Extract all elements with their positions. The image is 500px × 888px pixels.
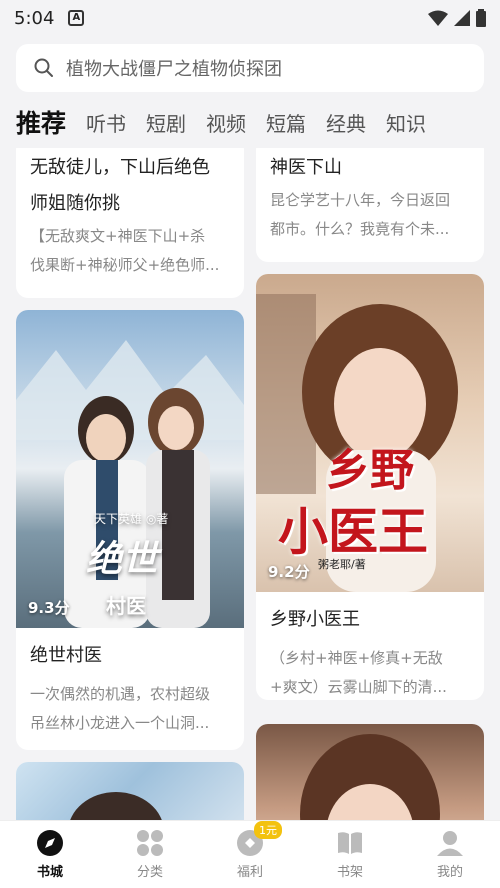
nav-label: 书架	[336, 865, 363, 880]
nav-label: 福利	[236, 865, 263, 880]
book-card[interactable]	[256, 724, 484, 820]
search-icon	[34, 58, 53, 77]
cover-author: 粥老耶/著	[318, 558, 366, 571]
book-desc: 一次偶然的机遇，农村超级	[30, 685, 211, 703]
cover-title-1: 乡野	[326, 445, 414, 496]
book-card[interactable]: 神医下山 昆仑学艺十八年，今日返回 都市。什么？我竟有个未...	[256, 148, 484, 262]
book-card[interactable]: 天下英雄 ◎著 绝世 村医 9.3分 绝世村医 一次偶然的机遇，农村超级 吊丝林…	[16, 310, 244, 750]
nav-label: 书城	[36, 865, 63, 880]
book-card[interactable]	[16, 762, 244, 820]
book-desc: 都市。什么？我竟有个未...	[270, 220, 450, 238]
category-tabs: 推荐 听书 短剧 视频 短篇 经典 知识	[16, 102, 500, 142]
book-card[interactable]: 乡野 小医王 粥老耶/著 9.2分 乡野小医王 （乡村+神医+修真+无敌 +爽文…	[256, 274, 484, 700]
cover-title-1: 绝世	[86, 539, 159, 580]
cover-title-2: 小医王	[278, 503, 428, 561]
nav-welfare[interactable]: 1元 福利	[210, 821, 290, 880]
wifi-icon	[428, 10, 448, 26]
welfare-badge: 1元	[254, 821, 282, 839]
nav-category[interactable]: 分类	[110, 829, 190, 880]
compass-icon	[37, 830, 63, 856]
book-title: 师姐随你挑	[30, 193, 120, 214]
cover-author: 天下英雄 ◎著	[94, 512, 169, 526]
search-placeholder: 植物大战僵尸之植物侦探团	[66, 59, 282, 80]
tab-knowledge[interactable]: 知识	[386, 108, 426, 137]
book-cover	[16, 762, 244, 820]
book-title: 绝世村医	[30, 645, 102, 666]
tab-audiobook[interactable]: 听书	[86, 108, 126, 137]
cover-illustration	[300, 734, 440, 820]
cover-title-2: 村医	[106, 594, 146, 618]
nav-label: 我的	[436, 865, 463, 880]
book-cover	[256, 724, 484, 820]
status-bar: 5:04 A	[0, 0, 500, 36]
nav-bookshelf[interactable]: 书架	[310, 829, 390, 880]
book-score: 9.2分	[268, 563, 310, 581]
book-title: 无敌徒儿，下山后绝色	[30, 157, 210, 178]
grid-icon	[137, 830, 163, 856]
status-time: 5:04	[14, 7, 55, 29]
bottom-nav: 书城 分类 1元 福利 书架 我的	[0, 820, 500, 888]
book-icon	[338, 832, 362, 854]
book-desc: （乡村+神医+修真+无敌	[270, 649, 443, 667]
book-cover: 天下英雄 ◎著 绝世 村医 9.3分	[16, 310, 244, 628]
tab-short-story[interactable]: 短篇	[266, 108, 306, 137]
tab-video[interactable]: 视频	[206, 108, 246, 137]
notification-icon: A	[68, 10, 85, 26]
book-desc: 吊丝林小龙进入一个山洞...	[30, 714, 210, 732]
book-score: 9.3分	[28, 599, 70, 617]
book-desc: +爽文）云雾山脚下的清...	[270, 678, 447, 696]
tab-recommend[interactable]: 推荐	[16, 104, 66, 140]
tab-short-drama[interactable]: 短剧	[146, 108, 186, 137]
person-icon	[437, 831, 463, 856]
book-feed: 无敌徒儿，下山后绝色 师姐随你挑 【无敌爽文+神医下山+杀 伐果断+神秘师父+绝…	[0, 148, 500, 820]
book-desc: 昆仑学艺十八年，今日返回	[270, 191, 451, 209]
book-cover: 乡野 小医王 粥老耶/著 9.2分	[256, 274, 484, 592]
book-desc: 伐果断+神秘师父+绝色师...	[30, 256, 220, 274]
nav-label: 分类	[136, 865, 163, 880]
book-title: 神医下山	[270, 157, 342, 178]
book-title: 乡野小医王	[270, 609, 360, 630]
book-card[interactable]: 无敌徒儿，下山后绝色 师姐随你挑 【无敌爽文+神医下山+杀 伐果断+神秘师父+绝…	[16, 148, 244, 298]
battery-icon	[476, 9, 486, 27]
signal-icon	[454, 10, 470, 26]
nav-bookstore[interactable]: 书城	[10, 829, 90, 880]
status-right	[428, 9, 486, 27]
search-bar[interactable]: 植物大战僵尸之植物侦探团	[16, 44, 484, 92]
book-desc: 【无敌爽文+神医下山+杀	[30, 227, 206, 245]
nav-profile[interactable]: 我的	[410, 829, 490, 880]
cover-illustration	[70, 792, 162, 820]
tab-classic[interactable]: 经典	[326, 108, 366, 137]
